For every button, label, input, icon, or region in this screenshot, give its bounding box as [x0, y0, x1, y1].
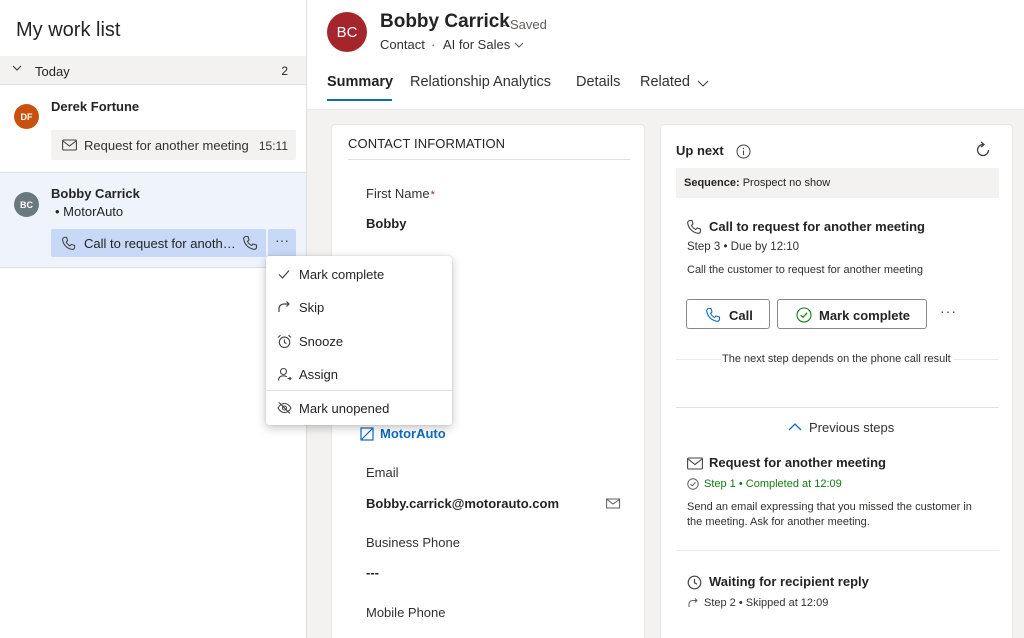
tab-summary[interactable]: Summary — [327, 74, 393, 90]
record-name: Bobby Carrick — [380, 11, 510, 32]
skip-icon — [688, 598, 698, 607]
business-phone-field[interactable]: --- — [366, 565, 379, 580]
group-header-today[interactable]: Today 2 — [0, 56, 306, 85]
divider — [676, 550, 999, 551]
current-step-title: Call to request for another meeting — [709, 219, 925, 234]
work-item-derek[interactable]: DF Derek Fortune Request for another mee… — [0, 86, 306, 171]
person-icon — [277, 367, 292, 381]
menu-item-label: Assign — [299, 367, 339, 382]
avatar: DF — [14, 104, 39, 129]
email-field[interactable]: Bobby.carrick@motorauto.com — [366, 496, 559, 511]
work-item-company: • MotorAuto — [55, 204, 124, 219]
previous-steps-toggle[interactable]: Previous steps — [809, 420, 894, 435]
divider — [676, 359, 721, 360]
menu-item-mark-complete[interactable]: Mark complete — [266, 258, 452, 290]
previous-step-status: Step 2 • Skipped at 12:09 — [704, 597, 829, 609]
eye-off-icon — [277, 402, 292, 414]
previous-step-title: Waiting for recipient reply — [709, 574, 869, 589]
menu-item-snooze[interactable]: Snooze — [266, 325, 452, 357]
call-button-label: Call — [729, 308, 753, 323]
refresh-icon[interactable] — [974, 141, 992, 159]
required-mark: * — [430, 189, 435, 201]
next-step-note: The next step depends on the phone call … — [722, 353, 951, 365]
check-circle-icon — [687, 478, 699, 490]
previous-step-status: Step 1 • Completed at 12:09 — [704, 478, 842, 490]
work-item-action-label: Request for another meeting — [84, 138, 249, 153]
clock-icon — [687, 575, 702, 590]
info-icon[interactable] — [736, 144, 751, 159]
work-item-name[interactable]: Bobby Carrick — [51, 186, 140, 201]
sequence-label: Sequence: — [684, 177, 740, 189]
sequence-name: Prospect no show — [739, 177, 831, 189]
mail-icon — [687, 457, 703, 470]
tab-related[interactable]: Related — [640, 74, 690, 90]
active-tab-indicator — [327, 99, 392, 101]
menu-item-label: Mark unopened — [299, 401, 390, 416]
menu-divider — [266, 390, 452, 391]
tab-details[interactable]: Details — [576, 74, 620, 90]
chevron-down-icon[interactable] — [514, 41, 524, 49]
account-icon — [360, 427, 374, 441]
mail-icon — [62, 139, 77, 151]
sequence-bar: Sequence: Prospect no show — [676, 168, 999, 198]
divider — [676, 407, 999, 408]
menu-item-label: Skip — [299, 300, 325, 315]
section-title: CONTACT INFORMATION — [348, 136, 506, 151]
previous-step-title: Request for another meeting — [709, 455, 886, 470]
menu-item-label: Mark complete — [299, 267, 385, 282]
menu-item-label: Snooze — [299, 334, 344, 349]
group-count: 2 — [281, 64, 288, 78]
work-item-name[interactable]: Derek Fortune — [51, 99, 139, 114]
email-label: Email — [366, 465, 399, 480]
work-item-time: 15:11 — [258, 139, 288, 153]
company-link[interactable]: MotorAuto — [380, 426, 446, 441]
avatar: BC — [14, 192, 39, 217]
chevron-down-icon — [12, 65, 22, 71]
save-status: - Saved — [502, 17, 547, 32]
chevron-up-icon[interactable] — [788, 422, 802, 432]
chevron-down-icon[interactable] — [697, 78, 709, 88]
separator: · — [431, 37, 436, 52]
mark-complete-label: Mark complete — [819, 308, 911, 323]
work-item-action-label: Call to request for anoth… — [84, 236, 236, 251]
current-step-description: Call the customer to request for another… — [687, 264, 924, 276]
phone-icon — [687, 219, 702, 234]
phone-icon — [706, 307, 721, 322]
first-name-label: First Name* — [366, 186, 435, 201]
record-avatar: BC — [327, 12, 367, 52]
business-phone-label: Business Phone — [366, 535, 460, 550]
divider — [953, 359, 999, 360]
up-next-title: Up next — [676, 143, 724, 158]
divider — [348, 159, 630, 160]
send-email-icon[interactable] — [606, 497, 621, 510]
more-actions-button[interactable]: ··· — [940, 303, 957, 319]
check-icon — [278, 270, 290, 279]
menu-item-assign[interactable]: Assign — [266, 358, 452, 390]
work-list-title: My work list — [16, 19, 121, 41]
mobile-phone-label: Mobile Phone — [366, 605, 446, 620]
work-item-action[interactable]: Request for another meeting 15:11 — [51, 130, 296, 160]
current-step-meta: Step 3 • Due by 12:10 — [687, 241, 800, 253]
phone-call-icon[interactable] — [242, 235, 258, 251]
work-item-action[interactable]: Call to request for anoth… — [51, 229, 266, 257]
record-type: Contact — [380, 37, 425, 52]
form-selector[interactable]: AI for Sales — [443, 37, 510, 52]
check-circle-icon — [796, 307, 812, 323]
menu-item-mark-unopened[interactable]: Mark unopened — [266, 392, 452, 424]
first-name-field[interactable]: Bobby — [366, 216, 406, 231]
menu-item-skip[interactable]: Skip — [266, 291, 452, 323]
alarm-icon — [277, 334, 292, 349]
work-list-panel: My work list Today 2 DF Derek Fortune Re… — [0, 0, 307, 638]
work-item-bobby[interactable]: BC Bobby Carrick • MotorAuto Call to req… — [0, 172, 306, 268]
up-next-card: Up next Sequence: Prospect no show Call … — [660, 124, 1013, 638]
work-item-context-menu: Mark complete Skip Snooze Assign Mark un… — [266, 256, 452, 425]
tab-relationship-analytics[interactable]: Relationship Analytics — [410, 74, 551, 90]
call-button[interactable]: Call — [686, 299, 770, 329]
skip-icon — [278, 301, 290, 312]
phone-icon — [62, 236, 76, 250]
group-label: Today — [35, 64, 70, 79]
mark-complete-button[interactable]: Mark complete — [777, 299, 927, 329]
more-options-button[interactable]: ··· — [268, 229, 296, 257]
previous-step-description: Send an email expressing that you missed… — [687, 501, 972, 528]
